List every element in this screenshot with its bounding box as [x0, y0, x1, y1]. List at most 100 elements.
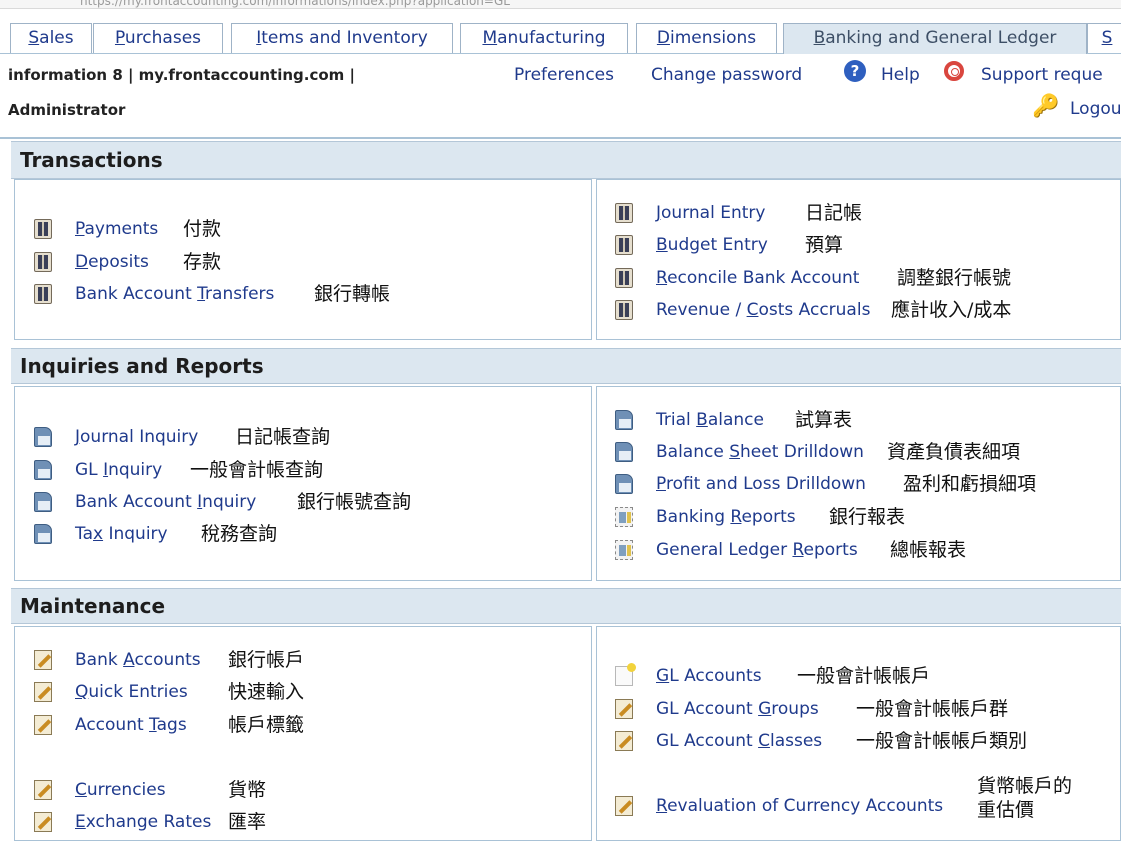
- menu-item-chinese-label: 匯率: [228, 811, 267, 833]
- menu-link-gl-account-classes[interactable]: GL Account Classes: [656, 731, 822, 751]
- section-header-maintenance: Maintenance: [11, 588, 1121, 624]
- menu-link-revenue-costs-accruals[interactable]: Revenue / Costs Accruals: [656, 300, 870, 320]
- menu-item-chinese-label: 一般會計帳帳戶類別: [856, 730, 1028, 752]
- menu-link-banking-reports[interactable]: Banking Reports: [656, 507, 796, 527]
- report-icon: [615, 507, 633, 527]
- document-icon: [615, 474, 633, 494]
- menu-link-general-ledger-reports[interactable]: General Ledger Reports: [656, 540, 858, 560]
- menu-item-chinese-label: 試算表: [795, 409, 853, 431]
- tab-s[interactable]: S: [1087, 23, 1121, 53]
- menu-item-chinese-label: 銀行轉帳: [314, 283, 391, 305]
- menu-link-quick-entries[interactable]: Quick Entries: [75, 682, 188, 702]
- document-icon: [34, 427, 52, 447]
- pencil-icon: [34, 715, 52, 735]
- menu-link-journal-inquiry[interactable]: Journal Inquiry: [75, 427, 198, 447]
- menu-link-budget-entry[interactable]: Budget Entry: [656, 235, 768, 255]
- pencil-icon: [615, 699, 633, 719]
- menu-item-chinese-label: 貨幣帳戶的 重估價: [977, 775, 1073, 821]
- menu-link-gl-accounts[interactable]: GL Accounts: [656, 666, 762, 686]
- menu-link-bank-accounts[interactable]: Bank Accounts: [75, 650, 201, 670]
- book-icon: [615, 203, 633, 223]
- menu-item-chinese-label: 銀行報表: [829, 506, 906, 528]
- menu-link-tax-inquiry[interactable]: Tax Inquiry: [75, 524, 168, 544]
- menu-link-account-tags[interactable]: Account Tags: [75, 715, 187, 735]
- menu-item-chinese-label: 日記帳查詢: [235, 426, 331, 448]
- menu-item-chinese-label: 預算: [805, 234, 844, 256]
- menu-link-trial-balance[interactable]: Trial Balance: [656, 410, 764, 430]
- company-info: information 8 | my.frontaccounting.com |: [8, 66, 356, 84]
- menu-link-balance-sheet-drilldown[interactable]: Balance Sheet Drilldown: [656, 442, 864, 462]
- tab-dimensions[interactable]: Dimensions: [636, 23, 777, 53]
- book-icon: [615, 300, 633, 320]
- change-password-link[interactable]: Change password: [651, 65, 802, 85]
- menu-item-chinese-label: 一般會計帳查詢: [190, 459, 324, 481]
- preferences-link[interactable]: Preferences: [514, 65, 614, 85]
- pencil-icon: [615, 796, 633, 816]
- document-icon: [34, 524, 52, 544]
- menu-item-chinese-label: 一般會計帳帳戶: [797, 665, 931, 687]
- book-icon: [615, 235, 633, 255]
- pencil-icon: [615, 731, 633, 751]
- tab-sales[interactable]: Sales: [10, 23, 92, 53]
- pencil-icon: [34, 650, 52, 670]
- menu-item-chinese-label: 調整銀行帳號: [897, 267, 1012, 289]
- menu-link-bank-account-inquiry[interactable]: Bank Account Inquiry: [75, 492, 256, 512]
- menu-item-chinese-label: 稅務查詢: [201, 523, 278, 545]
- user-name: Administrator: [8, 101, 126, 119]
- menu-item-chinese-label: 資產負債表細項: [887, 441, 1021, 463]
- menu-link-exchange-rates[interactable]: Exchange Rates: [75, 812, 211, 832]
- section-header-transactions: Transactions: [11, 141, 1121, 179]
- menu-item-chinese-label: 存款: [183, 251, 222, 273]
- help-icon[interactable]: ?: [844, 60, 866, 82]
- pencil-icon: [34, 812, 52, 832]
- book-icon: [34, 284, 52, 304]
- document-icon: [34, 460, 52, 480]
- pencil-icon: [34, 682, 52, 702]
- menu-item-chinese-label: 快速輸入: [228, 681, 305, 703]
- menu-link-deposits[interactable]: Deposits: [75, 252, 149, 272]
- menu-item-chinese-label: 銀行帳號查詢: [297, 491, 412, 513]
- book-icon: [34, 219, 52, 239]
- menu-link-reconcile-bank-account[interactable]: Reconcile Bank Account: [656, 268, 859, 288]
- menu-item-chinese-label: 一般會計帳帳戶群: [856, 698, 1009, 720]
- menu-item-chinese-label: 銀行帳戶: [228, 649, 305, 671]
- menu-link-currencies[interactable]: Currencies: [75, 780, 166, 800]
- new-page-icon: [615, 663, 636, 686]
- menu-item-chinese-label: 日記帳: [805, 202, 863, 224]
- menu-link-journal-entry[interactable]: Journal Entry: [656, 203, 765, 223]
- logout-link[interactable]: Logou: [1070, 99, 1121, 119]
- menu-item-chinese-label: 應計收入/成本: [891, 299, 1012, 321]
- tab-purchases[interactable]: Purchases: [93, 23, 223, 53]
- menu-item-chinese-label: 帳戶標籤: [228, 714, 305, 736]
- pencil-icon: [34, 780, 52, 800]
- lifebuoy-icon[interactable]: [944, 61, 964, 81]
- tab-banking-and-general-ledger[interactable]: Banking and General Ledger: [783, 23, 1087, 54]
- menu-item-chinese-label: 盈利和虧損細項: [903, 473, 1037, 495]
- help-link[interactable]: Help: [881, 65, 920, 85]
- menu-link-profit-and-loss-drilldown[interactable]: Profit and Loss Drilldown: [656, 474, 866, 494]
- inquiries-left-panel: [14, 386, 592, 581]
- book-icon: [615, 268, 633, 288]
- document-icon: [615, 410, 633, 430]
- menu-link-payments[interactable]: Payments: [75, 219, 158, 239]
- section-header-inquiries: Inquiries and Reports: [11, 348, 1121, 384]
- book-icon: [34, 252, 52, 272]
- document-icon: [34, 492, 52, 512]
- menu-link-gl-account-groups[interactable]: GL Account Groups: [656, 699, 819, 719]
- menu-item-chinese-label: 付款: [183, 218, 222, 240]
- url-text: https://my.frontaccounting.com/informati…: [80, 0, 510, 8]
- menu-link-bank-account-transfers[interactable]: Bank Account Transfers: [75, 284, 274, 304]
- tab-items-and-inventory[interactable]: Items and Inventory: [231, 23, 453, 53]
- tab-manufacturing[interactable]: Manufacturing: [460, 23, 628, 53]
- menu-item-chinese-label: 總帳報表: [890, 539, 967, 561]
- header-divider: [0, 137, 1121, 139]
- key-icon[interactable]: 🔑: [1032, 94, 1059, 119]
- support-link[interactable]: Support reque: [981, 65, 1103, 85]
- document-icon: [615, 442, 633, 462]
- menu-item-chinese-label: 貨幣: [228, 779, 267, 801]
- report-icon: [615, 540, 633, 560]
- menu-link-gl-inquiry[interactable]: GL Inquiry: [75, 460, 162, 480]
- module-tabs: Sales Purchases Items and Inventory Manufac…: [0, 19, 1121, 54]
- menu-link-revaluation-of-currency-accounts[interactable]: Revaluation of Currency Accounts: [656, 796, 943, 816]
- browser-url-bar[interactable]: https://my.frontaccounting.com/informati…: [0, 0, 1121, 9]
